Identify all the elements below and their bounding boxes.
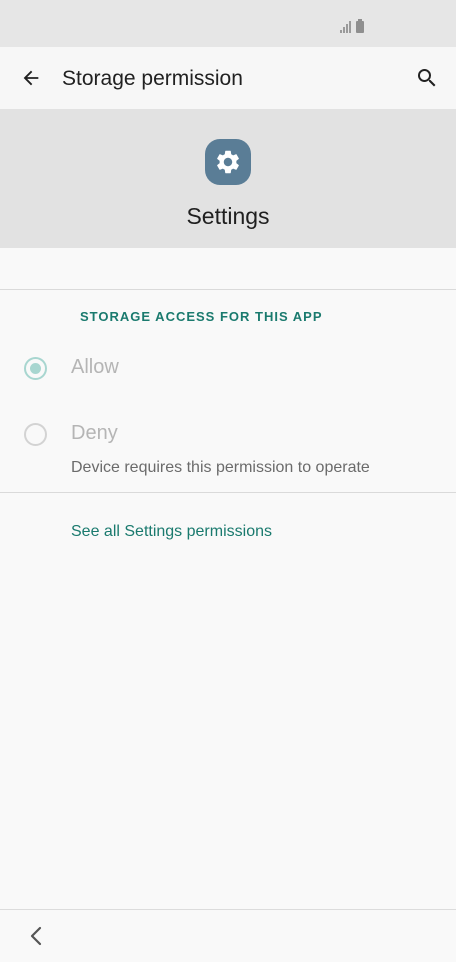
app-icon: [205, 139, 251, 185]
search-icon: [418, 69, 436, 87]
deny-summary: Device requires this permission to opera…: [71, 459, 370, 476]
allow-label: Allow: [71, 356, 119, 378]
divider: [0, 289, 456, 290]
deny-radio[interactable]: [24, 423, 47, 446]
gear-icon: [217, 150, 239, 174]
page-title: Storage permission: [62, 67, 243, 90]
back-button[interactable]: [14, 61, 48, 95]
chevron-left-icon: [30, 926, 42, 946]
signal-icon: [340, 21, 351, 33]
section-header: STORAGE ACCESS FOR THIS APP: [80, 309, 323, 324]
nav-back-button[interactable]: [20, 920, 52, 952]
battery-icon: [356, 19, 364, 33]
app-bar: Storage permission: [0, 47, 456, 109]
allow-radio[interactable]: [24, 357, 47, 380]
see-all-permissions-link[interactable]: See all Settings permissions: [71, 521, 272, 543]
status-bar: [0, 0, 456, 47]
status-icons: [340, 19, 364, 33]
deny-option[interactable]: Deny: [0, 408, 456, 460]
radio-dot: [30, 363, 41, 374]
search-button[interactable]: [410, 61, 444, 95]
divider: [0, 492, 456, 493]
app-name: Settings: [186, 203, 270, 229]
allow-option[interactable]: Allow: [0, 342, 456, 394]
arrow-back-icon: [23, 70, 39, 86]
deny-label: Deny: [71, 422, 118, 444]
app-header: Settings: [0, 109, 456, 248]
navigation-bar: [0, 909, 456, 962]
